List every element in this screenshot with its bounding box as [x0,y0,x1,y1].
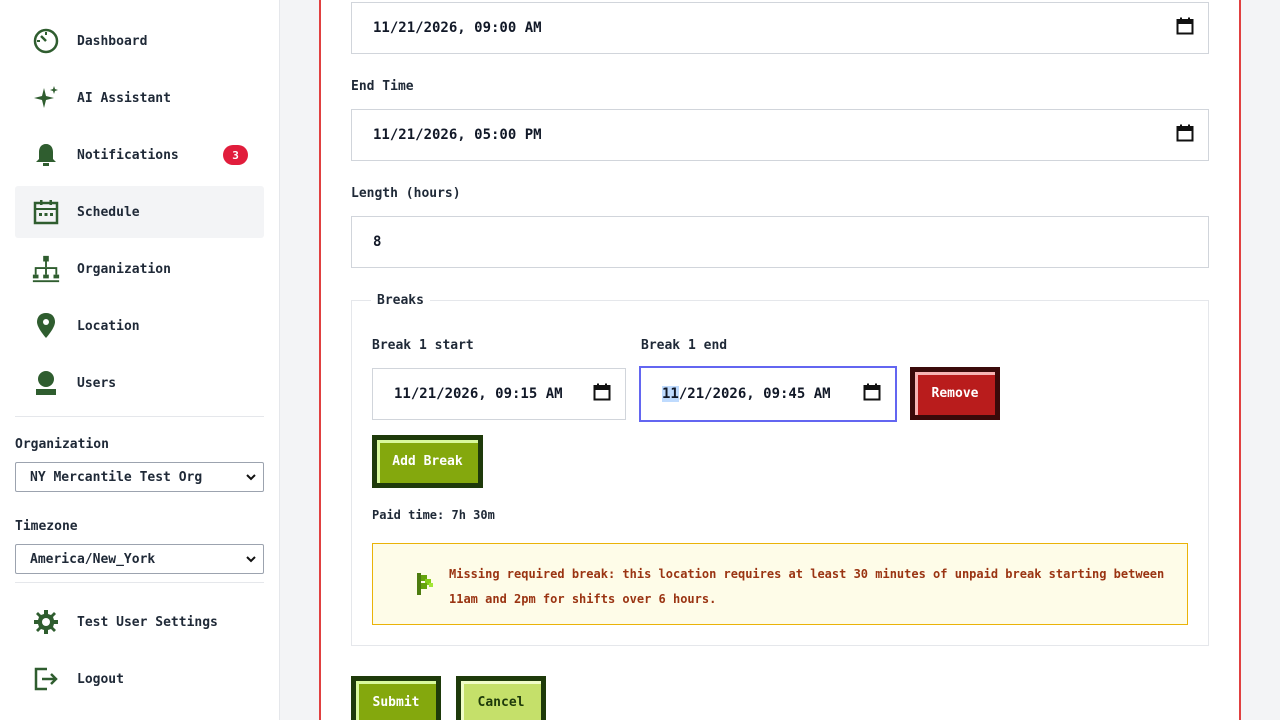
start-time-input[interactable]: 11/21/2026, 09:00 AM [351,2,1209,54]
sidebar-item-label: Logout [77,671,124,687]
sidebar-item-label: Schedule [77,204,140,220]
length-label: Length (hours) [351,186,461,201]
break-1-start-label: Break 1 start [372,338,474,353]
end-time-input[interactable]: 11/21/2026, 05:00 PM [351,109,1209,161]
sidebar-item-settings[interactable]: Test User Settings [15,596,264,648]
sidebar-item-label: Users [77,375,117,391]
chevron-down-icon [245,553,257,569]
sidebar-item-label: AI Assistant [77,90,171,106]
sidebar-item-location[interactable]: Location [15,300,264,352]
warning-message: Missing required break: this location re… [449,567,1165,606]
break-1-end-input[interactable]: 11/21/2026, 09:45 AM [639,366,897,422]
calendar-icon[interactable] [863,383,881,405]
gear-icon [31,607,61,637]
end-time-label: End Time [351,79,414,94]
break-1-start-input[interactable]: 11/21/2026, 09:15 AM [372,368,626,420]
sidebar-item-label: Location [77,318,140,334]
sidebar-divider [15,416,264,417]
length-input[interactable]: 8 [351,216,1209,268]
bell-icon [31,140,61,170]
sidebar-item-label: Dashboard [77,33,148,49]
length-value: 8 [373,234,382,250]
calendar-icon[interactable] [1176,124,1194,146]
sidebar-item-label: Organization [77,261,171,277]
sidebar-item-ai-assistant[interactable]: AI Assistant [15,72,264,124]
break-1-end-label: Break 1 end [641,338,728,353]
map-pin-icon [31,311,61,341]
sidebar-item-logout[interactable]: Logout [15,653,264,705]
sidebar-item-users[interactable]: Users [15,357,264,409]
add-break-button[interactable]: Add Break [372,435,483,488]
notification-count-badge: 3 [223,145,248,165]
gauge-icon [31,26,61,56]
user-icon [31,368,61,398]
end-time-value: 11/21/2026, 05:00 PM [373,127,542,143]
break-1-end-selected-segment: 11 [662,386,679,402]
sidebar-item-dashboard[interactable]: Dashboard [15,15,264,67]
organization-select[interactable]: NY Mercantile Test Org [15,462,264,492]
timezone-select[interactable]: America/New_York [15,544,264,574]
timezone-select-value: America/New_York [30,551,156,567]
sidebar-divider [15,582,264,583]
org-chart-icon [31,254,61,284]
calendar-icon[interactable] [593,383,611,405]
organization-label: Organization [15,437,109,452]
warning-flag-icon [415,571,437,601]
sidebar: Dashboard AI Assistant Notifications 3 S… [0,0,280,720]
organization-select-value: NY Mercantile Test Org [30,469,203,485]
calendar-icon [31,197,61,227]
paid-time-text: Paid time: 7h 30m [372,508,495,522]
timezone-label: Timezone [15,519,78,534]
calendar-icon[interactable] [1176,17,1194,39]
sidebar-item-schedule[interactable]: Schedule [15,186,264,238]
breaks-legend: Breaks [371,293,430,308]
sidebar-item-label: Notifications [77,147,179,163]
logout-icon [31,664,61,694]
sidebar-item-label: Test User Settings [77,614,218,630]
chevron-down-icon [245,471,257,487]
sidebar-item-organization[interactable]: Organization [15,243,264,295]
start-time-value: 11/21/2026, 09:00 AM [373,20,542,36]
missing-break-warning: Missing required break: this location re… [372,543,1188,625]
submit-button[interactable]: Submit [351,676,441,720]
break-1-end-value: /21/2026, 09:45 AM [678,386,831,402]
sparkle-icon [31,83,61,113]
cancel-button[interactable]: Cancel [456,676,546,720]
remove-break-button[interactable]: Remove [910,367,1000,420]
sidebar-item-notifications[interactable]: Notifications 3 [15,129,264,181]
break-1-start-value: 11/21/2026, 09:15 AM [394,386,563,402]
